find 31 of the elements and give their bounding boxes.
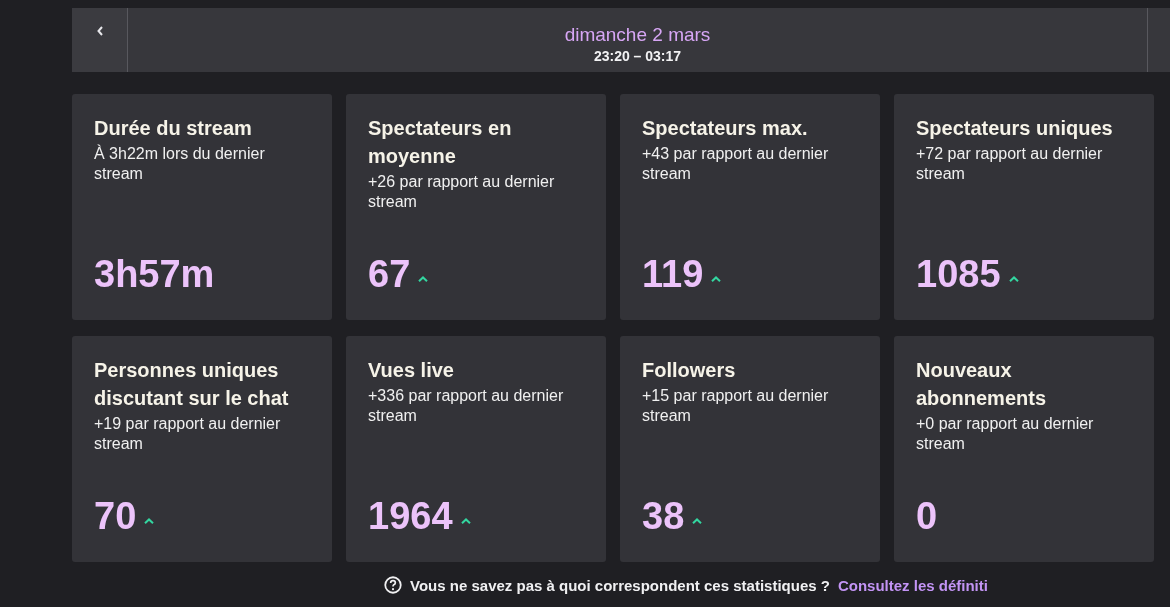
stat-value: 3h57m	[94, 252, 215, 296]
stat-title: Nouveaux abonnements	[916, 358, 1048, 411]
stat-value: 38	[642, 494, 685, 538]
stat-comparison: +15 par rapport au dernier stream	[642, 386, 830, 426]
stat-value: 67	[368, 252, 411, 296]
help-icon	[384, 576, 403, 594]
stat-title: Followers	[642, 358, 737, 383]
stat-value: 70	[94, 494, 137, 538]
stat-comparison: À 3h22m lors du dernier stream	[94, 144, 266, 184]
stat-comparison: +19 par rapport au dernier stream	[94, 414, 282, 454]
stat-title: Durée du stream	[94, 116, 253, 141]
stat-title: Vues live	[368, 358, 455, 383]
stat-title: Spectateurs max.	[642, 116, 809, 141]
date-title: dimanche 2 mars	[564, 23, 711, 47]
stat-value: 119	[642, 252, 704, 296]
time-range: 23:20 – 03:17	[593, 47, 682, 65]
back-button[interactable]	[72, 8, 128, 72]
stat-value: 1964	[368, 494, 453, 538]
stat-value: 0	[916, 494, 938, 538]
stat-title: Personnes uniques discutant sur le chat	[94, 358, 290, 411]
help-text: Vous ne savez pas à quoi correspondent ces statistiques ?	[410, 576, 830, 594]
stat-comparison: +336 par rapport au dernier stream	[368, 386, 565, 426]
chevron-left-icon	[96, 26, 103, 36]
stat-comparison: +43 par rapport au dernier stream	[642, 144, 830, 184]
stat-title: Spectateurs uniques	[916, 116, 1114, 141]
definitions-link[interactable]: Consultez les définiti	[837, 576, 988, 594]
stat-comparison: +72 par rapport au dernier stream	[916, 144, 1104, 184]
stat-title: Spectateurs en moyenne	[368, 116, 513, 169]
stat-comparison: +0 par rapport au dernier stream	[916, 414, 1095, 454]
stat-comparison: +26 par rapport au dernier stream	[368, 172, 556, 212]
stat-value: 1085	[916, 252, 1001, 296]
